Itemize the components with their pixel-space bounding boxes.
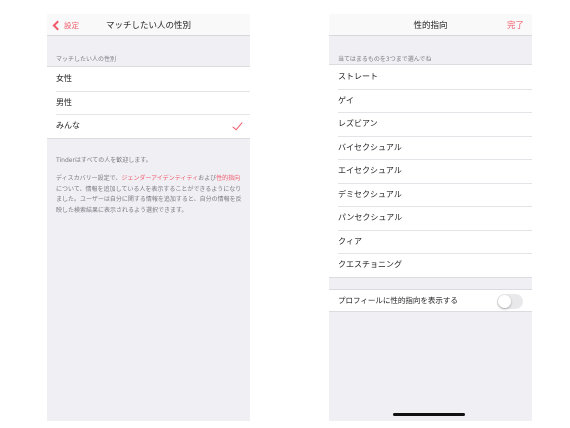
page-title: 性的指向 [413, 21, 448, 31]
option-label: ゲイ [338, 95, 354, 105]
checkmark-icon [232, 119, 243, 131]
option-women[interactable]: 女性 [47, 67, 250, 91]
show-orientation-row: プロフィールに性的指向を表示する [329, 289, 532, 312]
option-asexual[interactable]: エイセクシュアル [329, 159, 532, 183]
option-queer[interactable]: クィア [329, 229, 532, 254]
option-label: クィア [338, 236, 362, 246]
section-header: マッチしたい人の性別 [56, 56, 117, 63]
option-label: パンセクシュアル [338, 213, 403, 223]
show-orientation-toggle[interactable] [497, 294, 523, 309]
option-label: ストレート [338, 72, 378, 82]
done-button[interactable]: 完了 [507, 19, 524, 31]
section-header: 当てはまるものを3つまで選んでね [338, 56, 432, 63]
option-men[interactable]: 男性 [47, 90, 250, 115]
option-lesbian[interactable]: レズビアン [329, 112, 532, 136]
option-label: みんな [56, 121, 80, 131]
gender-option-list: 女性 男性 みんな [47, 66, 250, 139]
gender-identity-link[interactable]: ジェンダーアイデンティティ [121, 175, 198, 182]
option-bisexual[interactable]: バイセクシュアル [329, 135, 532, 160]
page-title: マッチしたい人の性別 [105, 21, 191, 31]
option-label: バイセクシュアル [338, 142, 402, 152]
option-label: デミセクシュアル [338, 189, 402, 199]
option-label: 女性 [56, 74, 72, 84]
toggle-knob [498, 295, 511, 308]
orientation-option-list: ストレート ゲイ レズビアン バイセクシュアル エイセクシュアル デミセクシュア… [329, 64, 532, 278]
info-text-part: および [198, 175, 217, 182]
option-demisexual[interactable]: デミセクシュアル [329, 182, 532, 207]
option-pansexual[interactable]: パンセクシュアル [329, 206, 532, 230]
option-label: 男性 [56, 97, 72, 107]
option-everyone[interactable]: みんな [47, 114, 250, 138]
sexual-orientation-link[interactable]: 性的指向 [216, 175, 240, 182]
welcome-text: Tinderはすべての人を歓迎します。 [56, 157, 152, 164]
info-text-part: ディスカバリー設定で、 [56, 175, 122, 182]
nav-bar: 設定 マッチしたい人の性別 [47, 14, 250, 36]
sexual-orientation-screen: 性的指向 完了 当てはまるものを3つまで選んでね ストレート ゲイ レズビアン … [329, 14, 532, 421]
discovery-info-text: ディスカバリー設定で、ジェンダーアイデンティティおよび性的指向について、情報を追… [56, 174, 243, 216]
info-text-part: について、情報を追加している人を表示することができるようになりました。ユーザーは… [56, 185, 242, 214]
option-label: レズビアン [338, 119, 378, 129]
option-straight[interactable]: ストレート [329, 65, 532, 89]
option-questioning[interactable]: クエスチョニング [329, 253, 532, 277]
home-indicator[interactable] [393, 413, 465, 416]
show-orientation-label: プロフィールに性的指向を表示する [338, 296, 458, 305]
option-label: クエスチョニング [338, 260, 402, 270]
option-label: エイセクシュアル [338, 166, 402, 176]
gender-preference-screen: 設定 マッチしたい人の性別 マッチしたい人の性別 女性 男性 みんな Tinde… [47, 14, 250, 421]
option-gay[interactable]: ゲイ [329, 88, 532, 113]
nav-bar: 性的指向 完了 [329, 14, 532, 36]
